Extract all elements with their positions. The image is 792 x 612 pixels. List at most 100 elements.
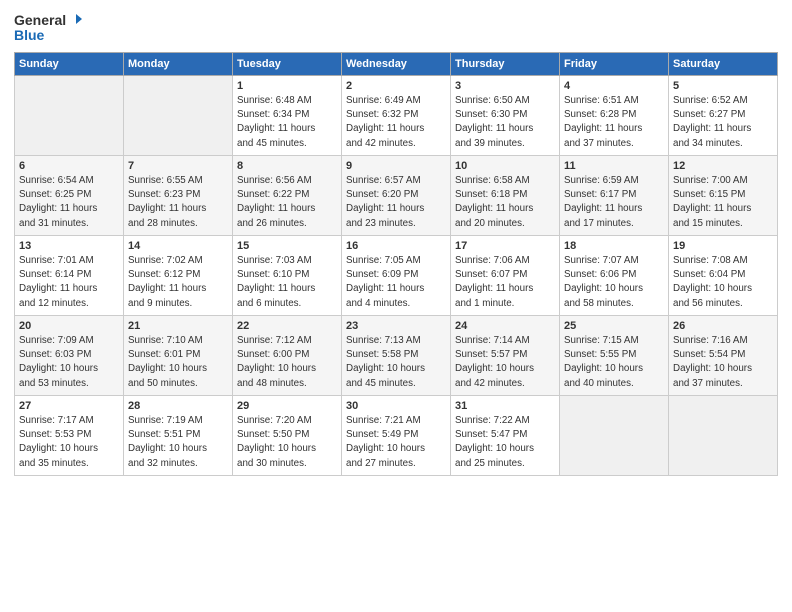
- day-number: 11: [564, 160, 664, 172]
- day-info: Sunrise: 7:07 AM Sunset: 6:06 PM Dayligh…: [564, 254, 664, 311]
- day-cell: 11Sunrise: 6:59 AM Sunset: 6:17 PM Dayli…: [560, 156, 669, 236]
- day-info: Sunrise: 6:57 AM Sunset: 6:20 PM Dayligh…: [346, 174, 446, 231]
- day-number: 31: [455, 400, 555, 412]
- day-cell: 21Sunrise: 7:10 AM Sunset: 6:01 PM Dayli…: [124, 316, 233, 396]
- day-cell: 3 Sunrise: 6:50 AM Sunset: 6:30 PM Daylig…: [451, 76, 560, 156]
- day-number: 3: [455, 80, 555, 92]
- day-info: Sunrise: 7:14 AM Sunset: 5:57 PM Dayligh…: [455, 334, 555, 391]
- day-cell: 12 Sunrise: 7:00 AM Sunset: 6:15 PM Dayli…: [669, 156, 778, 236]
- day-cell: 19 Sunrise: 7:08 AM Sunset: 6:04 PM Dayli…: [669, 236, 778, 316]
- day-cell: 13 Sunrise: 7:01 AM Sunset: 6:14 PM Dayli…: [15, 236, 124, 316]
- day-cell: 24 Sunrise: 7:14 AM Sunset: 5:57 PM Dayli…: [451, 316, 560, 396]
- day-number: 26: [673, 320, 773, 332]
- day-cell: 16 Sunrise: 7:05 AM Sunset: 6:09 PM Dayli…: [342, 236, 451, 316]
- day-cell: 27 Sunrise: 7:17 AM Sunset: 5:53 PM Dayli…: [15, 396, 124, 476]
- day-info: Sunrise: 7:16 AM Sunset: 5:54 PM Dayligh…: [673, 334, 773, 391]
- day-cell: 9 Sunrise: 6:57 AM Sunset: 6:20 PM Daylig…: [342, 156, 451, 236]
- day-cell: 30 Sunrise: 7:21 AM Sunset: 5:49 PM Dayli…: [342, 396, 451, 476]
- day-cell: 5 Sunrise: 6:52 AM Sunset: 6:27 PM Daylig…: [669, 76, 778, 156]
- day-info: Sunrise: 7:08 AM Sunset: 6:04 PM Dayligh…: [673, 254, 773, 311]
- header-tuesday: Tuesday: [233, 53, 342, 76]
- header-wednesday: Wednesday: [342, 53, 451, 76]
- day-number: 16: [346, 240, 446, 252]
- day-cell: 29Sunrise: 7:20 AM Sunset: 5:50 PM Dayli…: [233, 396, 342, 476]
- header: General Blue: [14, 10, 778, 46]
- day-info: Sunrise: 6:49 AM Sunset: 6:32 PM Dayligh…: [346, 94, 446, 151]
- day-cell: 25 Sunrise: 7:15 AM Sunset: 5:55 PM Dayli…: [560, 316, 669, 396]
- day-number: 15: [237, 240, 337, 252]
- day-cell: 28 Sunrise: 7:19 AM Sunset: 5:51 PM Dayli…: [124, 396, 233, 476]
- day-number: 27: [19, 400, 119, 412]
- day-info: Sunrise: 7:05 AM Sunset: 6:09 PM Dayligh…: [346, 254, 446, 311]
- week-row-4: 20Sunrise: 7:09 AM Sunset: 6:03 PM Dayli…: [15, 316, 778, 396]
- day-info: Sunrise: 7:15 AM Sunset: 5:55 PM Dayligh…: [564, 334, 664, 391]
- day-number: 23: [346, 320, 446, 332]
- day-number: 25: [564, 320, 664, 332]
- day-info: Sunrise: 7:12 AM Sunset: 6:00 PM Dayligh…: [237, 334, 337, 391]
- day-cell: [669, 396, 778, 476]
- day-info: Sunrise: 6:50 AM Sunset: 6:30 PM Dayligh…: [455, 94, 555, 151]
- day-number: 5: [673, 80, 773, 92]
- day-number: 19: [673, 240, 773, 252]
- week-row-2: 6 Sunrise: 6:54 AM Sunset: 6:25 PM Daylig…: [15, 156, 778, 236]
- day-info: Sunrise: 7:09 AM Sunset: 6:03 PM Dayligh…: [19, 334, 119, 391]
- day-cell: 1Sunrise: 6:48 AM Sunset: 6:34 PM Daylig…: [233, 76, 342, 156]
- day-number: 2: [346, 80, 446, 92]
- week-row-3: 13 Sunrise: 7:01 AM Sunset: 6:14 PM Dayli…: [15, 236, 778, 316]
- calendar-table: SundayMondayTuesdayWednesdayThursdayFrid…: [14, 52, 778, 476]
- svg-text:Blue: Blue: [14, 27, 45, 43]
- day-number: 13: [19, 240, 119, 252]
- day-info: Sunrise: 7:03 AM Sunset: 6:10 PM Dayligh…: [237, 254, 337, 311]
- day-cell: 22 Sunrise: 7:12 AM Sunset: 6:00 PM Dayli…: [233, 316, 342, 396]
- day-cell: [124, 76, 233, 156]
- header-monday: Monday: [124, 53, 233, 76]
- header-sunday: Sunday: [15, 53, 124, 76]
- day-info: Sunrise: 7:06 AM Sunset: 6:07 PM Dayligh…: [455, 254, 555, 311]
- day-number: 18: [564, 240, 664, 252]
- day-number: 12: [673, 160, 773, 172]
- day-info: Sunrise: 6:58 AM Sunset: 6:18 PM Dayligh…: [455, 174, 555, 231]
- day-cell: 15 Sunrise: 7:03 AM Sunset: 6:10 PM Dayli…: [233, 236, 342, 316]
- calendar-header-row: SundayMondayTuesdayWednesdayThursdayFrid…: [15, 53, 778, 76]
- header-saturday: Saturday: [669, 53, 778, 76]
- day-number: 7: [128, 160, 228, 172]
- day-number: 8: [237, 160, 337, 172]
- day-number: 30: [346, 400, 446, 412]
- day-cell: 31 Sunrise: 7:22 AM Sunset: 5:47 PM Dayli…: [451, 396, 560, 476]
- day-cell: 7Sunrise: 6:55 AM Sunset: 6:23 PM Daylig…: [124, 156, 233, 236]
- day-cell: 23 Sunrise: 7:13 AM Sunset: 5:58 PM Dayli…: [342, 316, 451, 396]
- day-cell: 14Sunrise: 7:02 AM Sunset: 6:12 PM Dayli…: [124, 236, 233, 316]
- day-number: 21: [128, 320, 228, 332]
- day-number: 24: [455, 320, 555, 332]
- day-number: 4: [564, 80, 664, 92]
- day-cell: [15, 76, 124, 156]
- day-cell: 18 Sunrise: 7:07 AM Sunset: 6:06 PM Dayli…: [560, 236, 669, 316]
- day-info: Sunrise: 6:51 AM Sunset: 6:28 PM Dayligh…: [564, 94, 664, 151]
- day-info: Sunrise: 7:21 AM Sunset: 5:49 PM Dayligh…: [346, 414, 446, 471]
- day-cell: 26 Sunrise: 7:16 AM Sunset: 5:54 PM Dayli…: [669, 316, 778, 396]
- day-number: 28: [128, 400, 228, 412]
- day-number: 1: [237, 80, 337, 92]
- day-info: Sunrise: 6:54 AM Sunset: 6:25 PM Dayligh…: [19, 174, 119, 231]
- day-cell: 20Sunrise: 7:09 AM Sunset: 6:03 PM Dayli…: [15, 316, 124, 396]
- day-cell: 17Sunrise: 7:06 AM Sunset: 6:07 PM Dayli…: [451, 236, 560, 316]
- header-friday: Friday: [560, 53, 669, 76]
- week-row-5: 27 Sunrise: 7:17 AM Sunset: 5:53 PM Dayli…: [15, 396, 778, 476]
- day-number: 6: [19, 160, 119, 172]
- svg-text:General: General: [14, 12, 66, 28]
- day-number: 9: [346, 160, 446, 172]
- day-cell: 10 Sunrise: 6:58 AM Sunset: 6:18 PM Dayli…: [451, 156, 560, 236]
- day-number: 10: [455, 160, 555, 172]
- day-number: 22: [237, 320, 337, 332]
- logo: General Blue: [14, 10, 84, 46]
- day-info: Sunrise: 7:13 AM Sunset: 5:58 PM Dayligh…: [346, 334, 446, 391]
- day-info: Sunrise: 6:52 AM Sunset: 6:27 PM Dayligh…: [673, 94, 773, 151]
- day-cell: [560, 396, 669, 476]
- day-info: Sunrise: 7:00 AM Sunset: 6:15 PM Dayligh…: [673, 174, 773, 231]
- day-info: Sunrise: 7:17 AM Sunset: 5:53 PM Dayligh…: [19, 414, 119, 471]
- day-info: Sunrise: 7:22 AM Sunset: 5:47 PM Dayligh…: [455, 414, 555, 471]
- day-cell: 2 Sunrise: 6:49 AM Sunset: 6:32 PM Daylig…: [342, 76, 451, 156]
- day-info: Sunrise: 7:19 AM Sunset: 5:51 PM Dayligh…: [128, 414, 228, 471]
- day-cell: 4 Sunrise: 6:51 AM Sunset: 6:28 PM Daylig…: [560, 76, 669, 156]
- day-info: Sunrise: 7:01 AM Sunset: 6:14 PM Dayligh…: [19, 254, 119, 311]
